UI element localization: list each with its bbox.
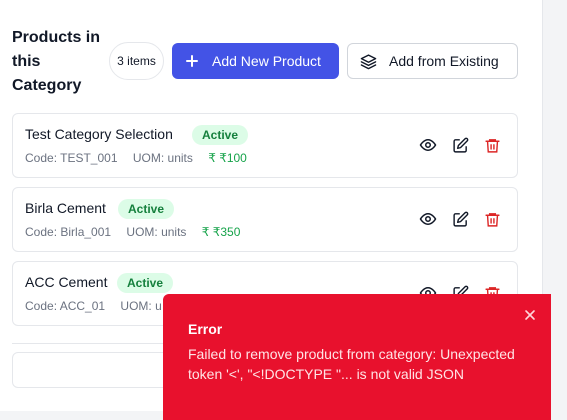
section-title: Products in this Category [12,29,101,94]
edit-icon[interactable] [451,136,469,154]
product-name: ACC Cement [25,274,108,290]
product-price: ₹ ₹350 [201,225,241,239]
product-name: Birla Cement [25,200,106,216]
product-price: ₹ ₹100 [208,151,247,165]
product-card: Test Category Selection Active Code: TES… [12,113,518,178]
close-icon[interactable] [523,308,537,322]
plus-icon [184,53,200,69]
status-badge: Active [117,273,174,293]
error-toast: Error Failed to remove product from cate… [163,294,551,420]
toast-title: Error [188,321,223,337]
product-actions [419,210,501,228]
edit-icon[interactable] [451,210,469,228]
add-new-product-button[interactable]: Add New Product [172,43,339,79]
product-code: Code: Birla_001 [25,225,112,239]
delete-icon[interactable] [483,210,501,228]
add-from-existing-button[interactable]: Add from Existing [347,43,518,79]
view-icon[interactable] [419,136,437,154]
product-code: Code: TEST_001 [25,151,118,165]
product-meta: Code: TEST_001 UOM: units ₹ ₹100 [25,151,259,165]
layers-icon [360,53,377,69]
status-badge: Active [192,125,249,145]
view-icon[interactable] [419,210,437,228]
product-meta: Code: ACC_01 UOM: u [25,299,174,313]
add-from-existing-label: Add from Existing [389,53,499,69]
product-code: Code: ACC_01 [25,299,106,313]
product-meta: Code: Birla_001 UOM: units ₹ ₹350 [25,225,252,239]
delete-icon[interactable] [483,136,501,154]
product-card: Birla Cement Active Code: Birla_001 UOM:… [12,187,518,252]
product-uom: UOM: units [132,151,193,165]
toast-message: Failed to remove product from category: … [188,346,515,382]
item-count-badge: 3 items [109,42,164,80]
product-actions [419,136,501,154]
product-uom: UOM: u [120,299,162,313]
status-badge: Active [118,199,175,219]
product-uom: UOM: units [126,225,187,239]
product-name: Test Category Selection [25,126,173,142]
add-new-product-label: Add New Product [212,53,321,69]
